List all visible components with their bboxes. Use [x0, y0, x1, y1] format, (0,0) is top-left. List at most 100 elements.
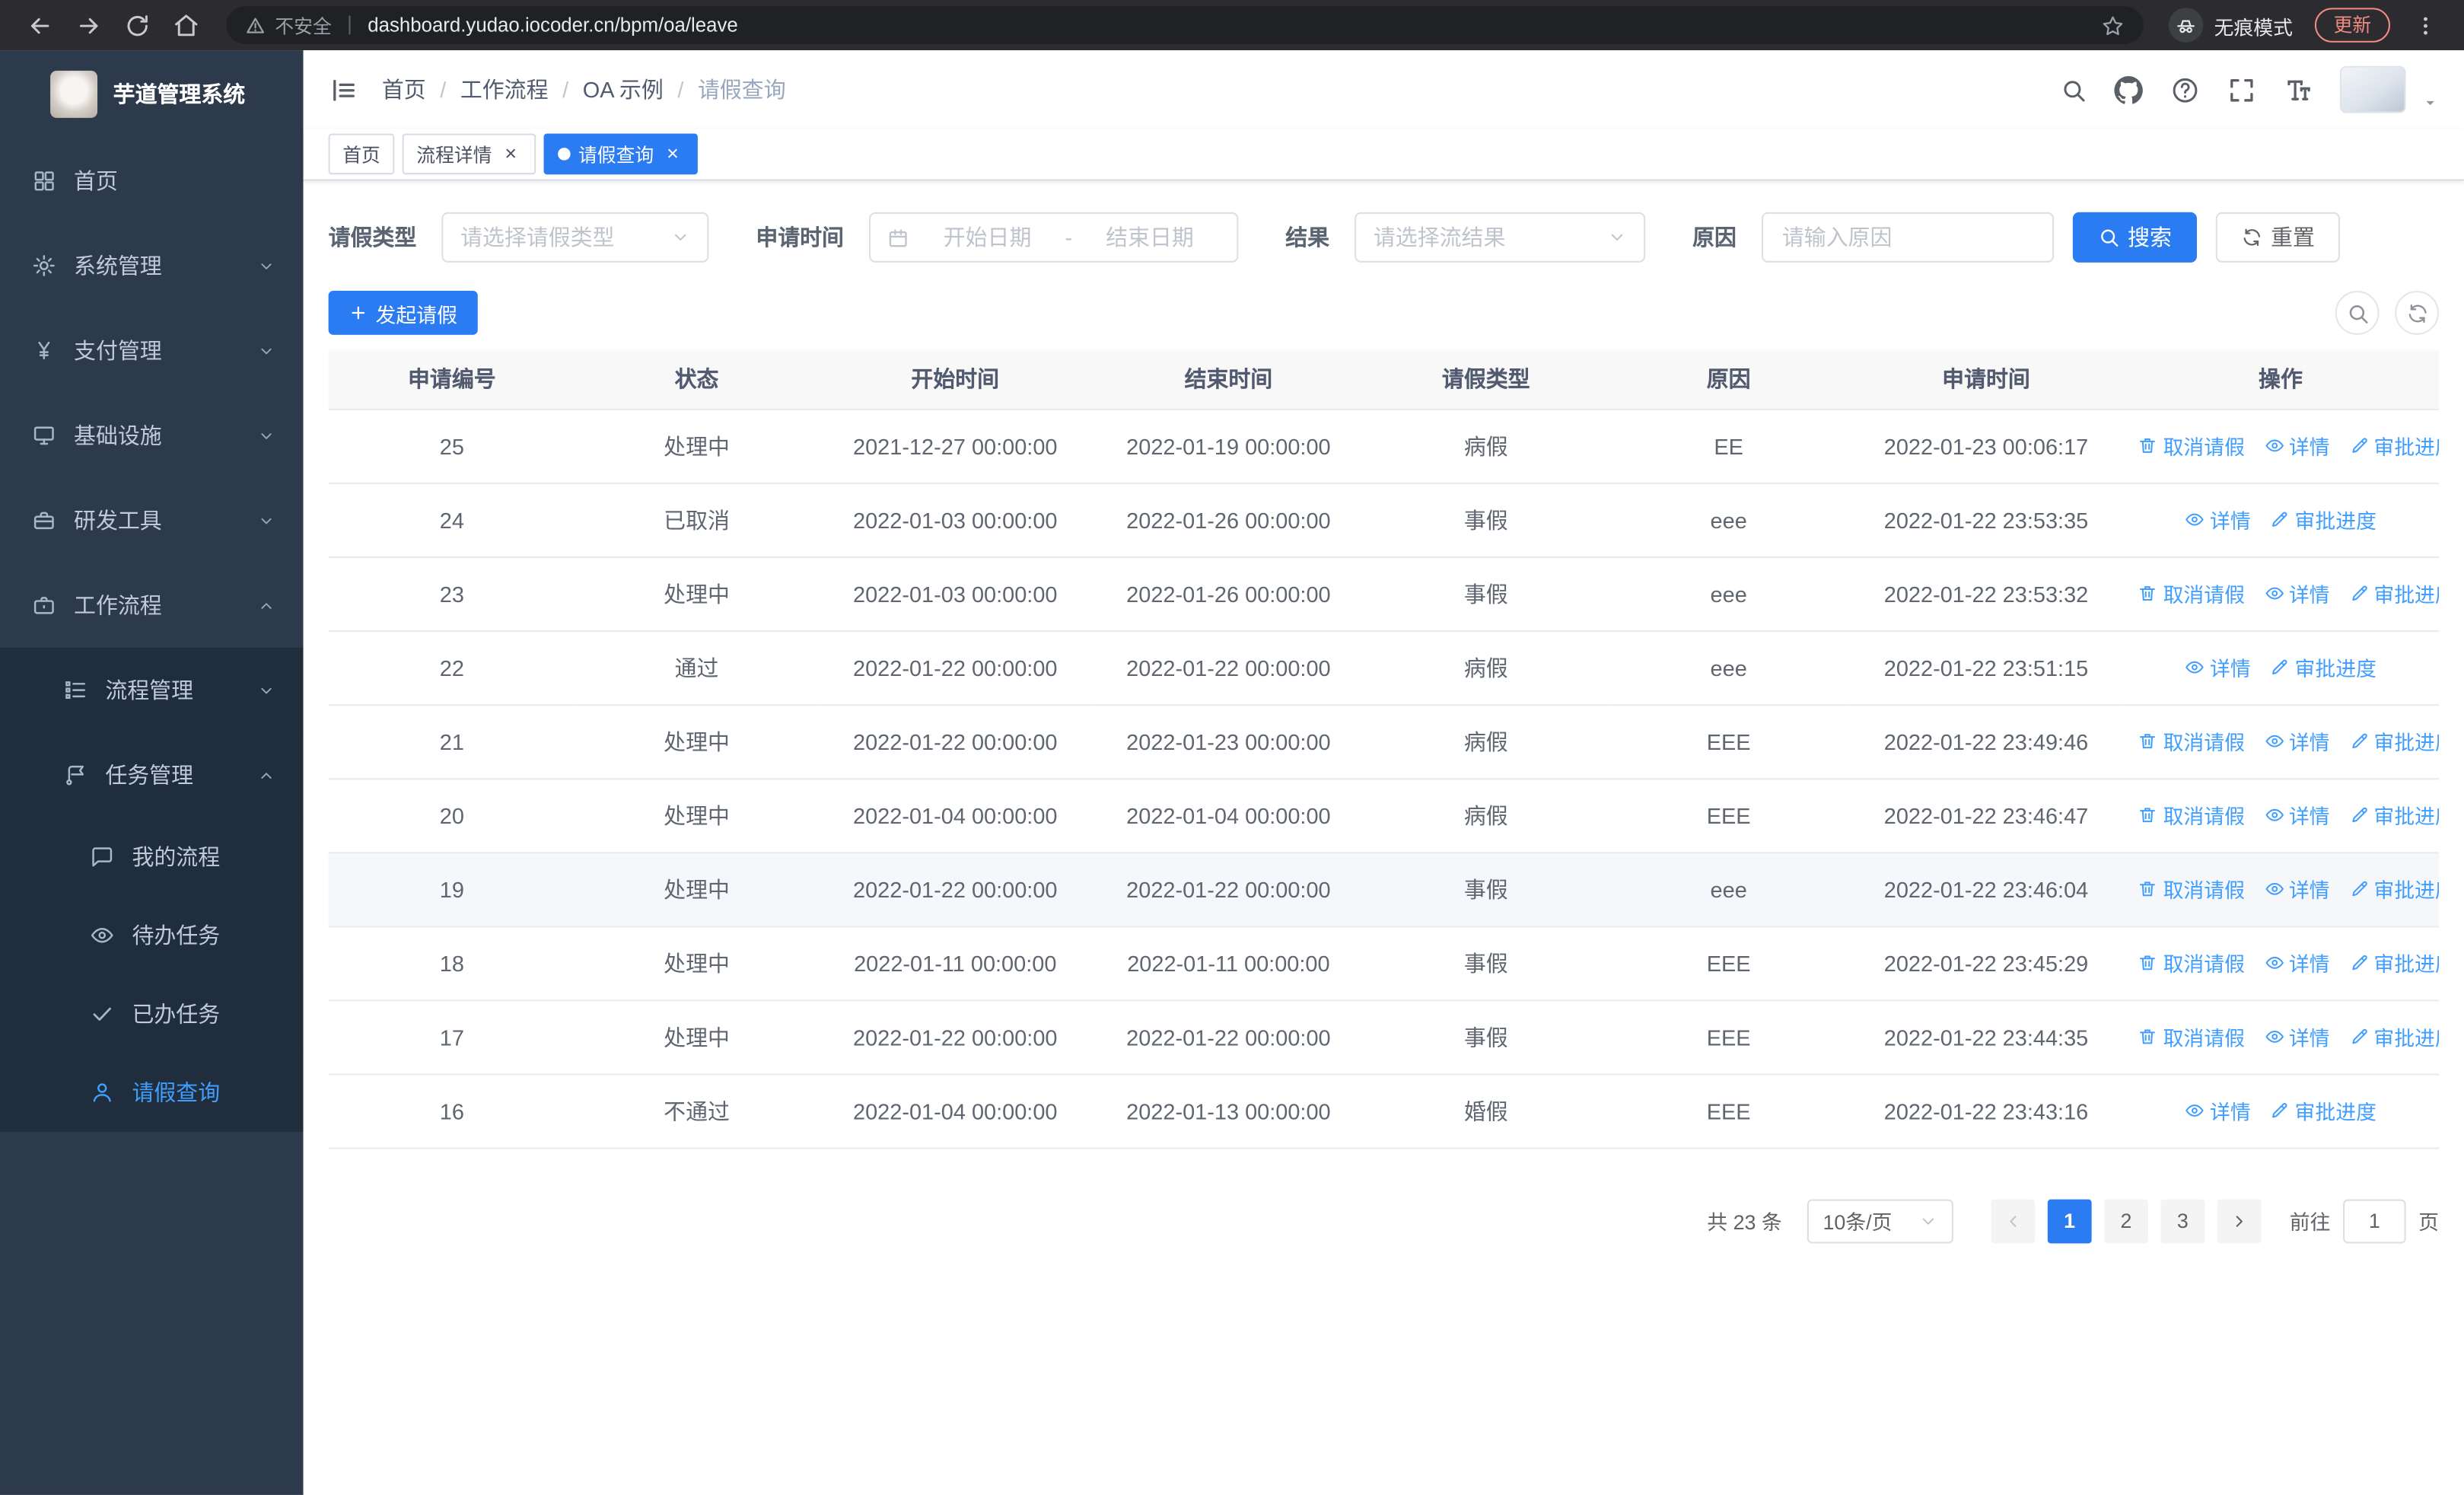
cell-start-time: 2022-01-11 00:00:00: [818, 926, 1093, 1001]
browser-back-icon[interactable]: [27, 11, 53, 38]
approval-progress-link[interactable]: 审批进度: [2348, 1022, 2439, 1051]
cancel-leave-link[interactable]: 取消请假: [2138, 948, 2245, 977]
result-select[interactable]: 请选择流结果: [1355, 212, 1646, 263]
view-tab[interactable]: 流程详情 ×: [402, 133, 536, 175]
url-bar[interactable]: 不安全 dashboard.yudao.iocoder.cn/bpm/oa/le…: [226, 6, 2144, 44]
view-tab[interactable]: 首页: [328, 133, 395, 175]
sidebar-item[interactable]: 已办任务: [0, 974, 304, 1054]
breadcrumb-item[interactable]: OA 示例: [583, 74, 664, 105]
sidebar-item[interactable]: 工作流程: [0, 563, 304, 648]
sidebar-item[interactable]: 首页: [0, 139, 304, 224]
sidebar-item[interactable]: 我的流程: [0, 817, 304, 897]
browser-reload-icon[interactable]: [124, 11, 151, 38]
prev-page-button[interactable]: [1991, 1198, 2036, 1243]
bookmark-star-icon[interactable]: [2101, 14, 2125, 37]
detail-link[interactable]: 详情: [2185, 1095, 2251, 1125]
detail-link[interactable]: 详情: [2185, 505, 2251, 534]
page-button-1[interactable]: 1: [2047, 1198, 2092, 1243]
font-size-icon[interactable]: [2284, 75, 2313, 104]
create-leave-button[interactable]: 发起请假: [328, 291, 478, 335]
browser-menu-icon[interactable]: [2414, 14, 2437, 37]
sidebar-item[interactable]: 研发工具: [0, 478, 304, 563]
browser-home-icon[interactable]: [173, 11, 199, 38]
url-text[interactable]: dashboard.yudao.iocoder.cn/bpm/oa/leave: [368, 14, 738, 37]
eye-icon: [2264, 731, 2284, 751]
approval-progress-link[interactable]: 审批进度: [2348, 726, 2439, 756]
approval-progress-link[interactable]: 审批进度: [2348, 431, 2439, 461]
cancel-leave-link[interactable]: 取消请假: [2138, 579, 2245, 608]
user-caret-icon[interactable]: [2421, 94, 2439, 111]
column-header: 请假类型: [1364, 350, 1608, 410]
apply-time-range-picker[interactable]: 开始日期 - 结束日期: [869, 212, 1239, 263]
goto-label: 前往: [2289, 1210, 2331, 1235]
pagination: 共 23 条 10条/页 123 前往 页: [329, 1198, 2439, 1243]
search-button-label: 搜索: [2128, 225, 2172, 250]
cancel-leave-link[interactable]: 取消请假: [2138, 1022, 2245, 1051]
detail-link[interactable]: 详情: [2264, 948, 2330, 977]
security-label[interactable]: 不安全: [275, 11, 331, 38]
incognito-badge: 无痕模式: [2168, 8, 2293, 43]
approval-progress-link[interactable]: 审批进度: [2348, 948, 2439, 977]
check-icon: [90, 1001, 115, 1026]
user-avatar[interactable]: [2339, 65, 2406, 113]
approval-progress-link[interactable]: 审批进度: [2348, 800, 2439, 830]
approval-progress-link[interactable]: 审批进度: [2348, 874, 2439, 904]
toggle-search-button[interactable]: [2335, 291, 2380, 335]
cell-apply-time: 2022-01-22 23:46:47: [1850, 778, 2122, 853]
sidebar-item[interactable]: 待办任务: [0, 896, 304, 975]
search-icon[interactable]: [2060, 76, 2087, 103]
page-button-3[interactable]: 3: [2160, 1198, 2205, 1243]
detail-link[interactable]: 详情: [2264, 800, 2330, 830]
link-label: 取消请假: [2163, 435, 2245, 460]
sidebar-item[interactable]: 任务管理: [0, 732, 304, 818]
refresh-table-button[interactable]: [2395, 291, 2440, 335]
fullscreen-icon[interactable]: [2227, 75, 2256, 104]
view-tab[interactable]: 请假查询 ×: [543, 133, 699, 175]
page-size-select[interactable]: 10条/页: [1807, 1198, 1953, 1243]
reset-button[interactable]: 重置: [2215, 212, 2340, 263]
next-page-button[interactable]: [2217, 1198, 2262, 1243]
sidebar-item[interactable]: 流程管理: [0, 647, 304, 733]
update-button[interactable]: 更新: [2314, 8, 2391, 43]
goto-page-input[interactable]: [2343, 1198, 2406, 1243]
cancel-leave-link[interactable]: 取消请假: [2138, 726, 2245, 756]
approval-progress-link[interactable]: 审批进度: [2348, 579, 2439, 608]
help-icon[interactable]: [2170, 75, 2200, 104]
cell-end-time: 2022-01-22 00:00:00: [1092, 630, 1365, 706]
eye-icon: [2264, 952, 2284, 973]
cancel-leave-link[interactable]: 取消请假: [2138, 431, 2245, 461]
logo[interactable]: 芋道管理系统: [0, 50, 304, 139]
detail-link[interactable]: 详情: [2264, 579, 2330, 608]
security-warning-icon[interactable]: [245, 15, 266, 36]
github-icon[interactable]: [2114, 75, 2144, 104]
breadcrumb-item[interactable]: 工作流程: [460, 74, 549, 105]
approval-progress-link[interactable]: 审批进度: [2269, 1095, 2376, 1125]
detail-link[interactable]: 详情: [2264, 874, 2330, 904]
table-body: 25 处理中 2021-12-27 00:00:00 2022-01-19 00:00…: [328, 408, 2440, 1149]
reason-input[interactable]: [1761, 212, 2055, 263]
sidebar-item[interactable]: 支付管理: [0, 308, 304, 394]
page-button-2[interactable]: 2: [2104, 1198, 2148, 1243]
detail-link[interactable]: 详情: [2264, 1022, 2330, 1051]
browser-forward-icon[interactable]: [75, 11, 102, 38]
detail-link[interactable]: 详情: [2185, 652, 2251, 682]
search-button[interactable]: 搜索: [2072, 212, 2198, 263]
detail-link[interactable]: 详情: [2264, 431, 2330, 461]
detail-link[interactable]: 详情: [2264, 726, 2330, 756]
leave-type-select[interactable]: 请选择请假类型: [441, 212, 709, 263]
cancel-leave-link[interactable]: 取消请假: [2138, 874, 2245, 904]
close-tab-icon[interactable]: ×: [662, 143, 684, 165]
cell-reason: EEE: [1607, 704, 1851, 779]
chevron-up-icon: [258, 597, 275, 614]
breadcrumb-item[interactable]: 首页: [382, 74, 426, 105]
approval-progress-link[interactable]: 审批进度: [2269, 652, 2376, 682]
cancel-leave-link[interactable]: 取消请假: [2138, 800, 2245, 830]
sidebar-item[interactable]: 请假查询: [0, 1053, 304, 1132]
cell-reason: EEE: [1607, 926, 1851, 1001]
pen-icon: [2348, 731, 2369, 751]
sidebar-item[interactable]: 系统管理: [0, 223, 304, 308]
close-tab-icon[interactable]: ×: [500, 143, 522, 165]
approval-progress-link[interactable]: 审批进度: [2269, 505, 2376, 534]
sidebar-fold-icon[interactable]: [329, 75, 358, 104]
sidebar-item[interactable]: 基础设施: [0, 393, 304, 478]
